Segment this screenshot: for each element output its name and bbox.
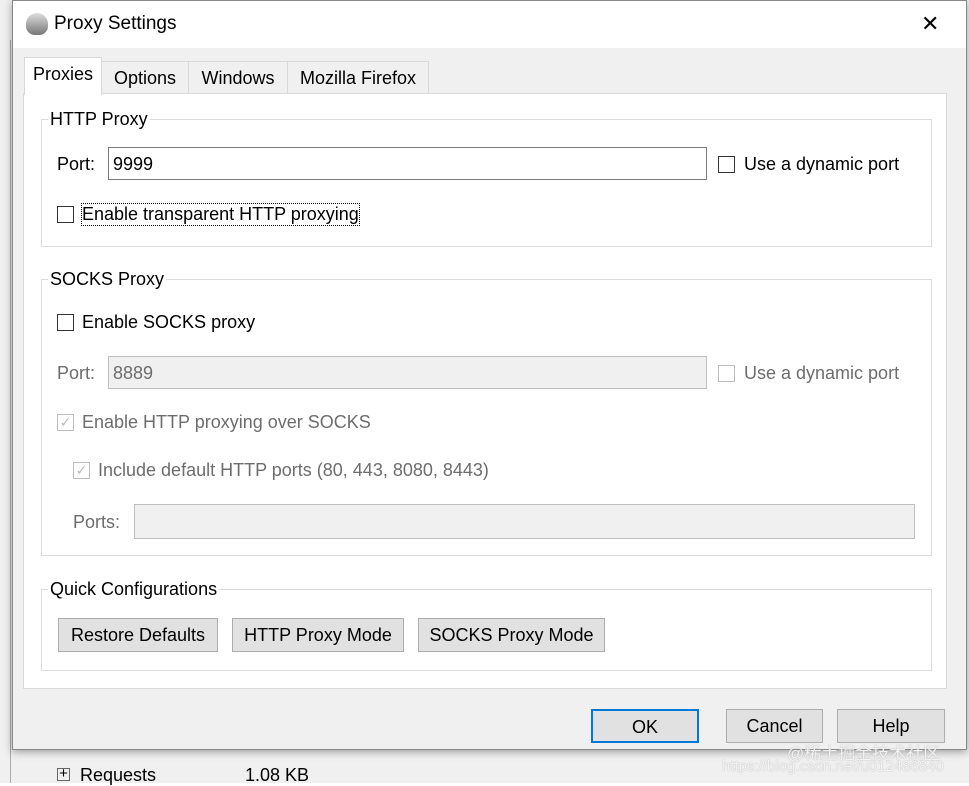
- socks-dynamic-port-label[interactable]: Use a dynamic port: [744, 363, 899, 384]
- title-bar: Proxy Settings ✕: [13, 1, 966, 48]
- http-proxy-legend: HTTP Proxy: [48, 109, 150, 130]
- transparent-proxy-label[interactable]: Enable transparent HTTP proxying: [81, 203, 360, 226]
- quick-config-legend: Quick Configurations: [48, 579, 220, 600]
- http-proxy-group: [41, 119, 932, 247]
- http-dynamic-port-label[interactable]: Use a dynamic port: [744, 154, 899, 175]
- restore-defaults-button[interactable]: Restore Defaults: [58, 618, 218, 652]
- enable-socks-label[interactable]: Enable SOCKS proxy: [82, 312, 255, 333]
- socks-proxy-legend: SOCKS Proxy: [48, 269, 167, 290]
- watermark-line2: https://blog.csdn.net/u012486840: [722, 758, 944, 775]
- window-title: Proxy Settings: [54, 13, 177, 34]
- transparent-proxy-checkbox[interactable]: [57, 206, 74, 223]
- http-port-input[interactable]: 9999: [108, 147, 707, 180]
- proxy-settings-dialog: Proxy Settings ✕ Proxies Options Windows…: [12, 0, 967, 750]
- socks-dynamic-port-checkbox[interactable]: [718, 365, 735, 382]
- http-over-socks-label[interactable]: Enable HTTP proxying over SOCKS: [82, 412, 371, 433]
- proxies-panel: HTTP Proxy Port: 9999 Use a dynamic port…: [23, 93, 947, 689]
- background-pane: [0, 40, 11, 783]
- app-icon: [26, 13, 48, 35]
- socks-proxy-mode-button[interactable]: SOCKS Proxy Mode: [418, 618, 605, 652]
- enable-socks-checkbox[interactable]: [57, 314, 74, 331]
- include-ports-checkbox[interactable]: ✓: [73, 462, 90, 479]
- expand-icon[interactable]: +: [57, 766, 70, 781]
- http-over-socks-checkbox[interactable]: ✓: [57, 414, 74, 431]
- tab-mozilla-firefox[interactable]: Mozilla Firefox: [287, 61, 429, 94]
- tab-proxies[interactable]: Proxies: [24, 57, 102, 95]
- http-proxy-mode-button[interactable]: HTTP Proxy Mode: [232, 618, 404, 652]
- include-ports-label[interactable]: Include default HTTP ports (80, 443, 808…: [98, 460, 489, 481]
- cancel-button[interactable]: Cancel: [726, 709, 823, 743]
- socks-port-input[interactable]: 8889: [108, 356, 707, 389]
- tab-windows[interactable]: Windows: [188, 61, 288, 94]
- socks-port-label: Port:: [57, 363, 96, 383]
- ports-label: Ports:: [73, 512, 121, 532]
- ports-input[interactable]: [134, 504, 915, 539]
- tab-options[interactable]: Options: [101, 61, 189, 94]
- http-port-label: Port:: [57, 154, 96, 174]
- http-dynamic-port-checkbox[interactable]: [718, 156, 735, 173]
- close-button[interactable]: ✕: [921, 11, 939, 37]
- help-button[interactable]: Help: [837, 709, 945, 743]
- ok-button[interactable]: OK: [591, 709, 699, 743]
